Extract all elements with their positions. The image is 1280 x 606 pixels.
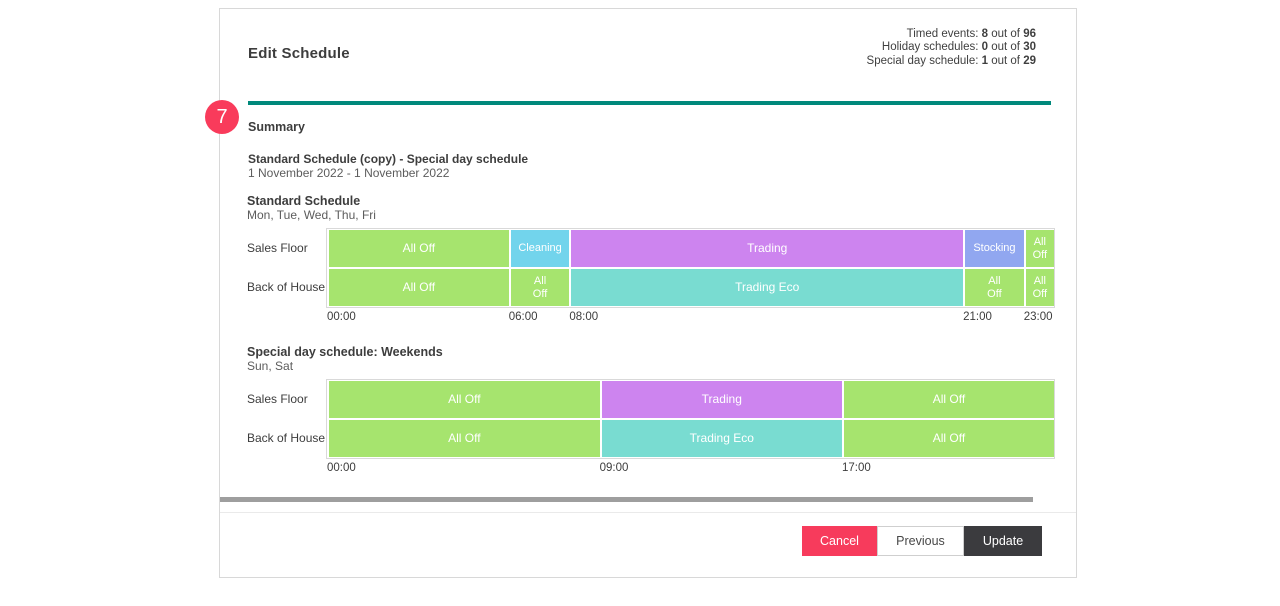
time-tick-label: 00:00 [327, 462, 356, 474]
schedule-block: Trading Eco [571, 269, 963, 306]
schedule-block: All Off [844, 381, 1054, 418]
schedule-block: Cleaning [511, 230, 570, 267]
usage-stat-line: Special day schedule: 1 out of 29 [867, 55, 1036, 68]
time-tick-label: 21:00 [963, 311, 992, 323]
schedule-row-track: All OffTrading EcoAll Off [328, 420, 1053, 457]
schedule-block: All Off [329, 230, 509, 267]
time-tick-label: 08:00 [569, 311, 598, 323]
schedule-block: All Off [844, 420, 1054, 457]
schedule-block: Stocking [965, 230, 1024, 267]
schedule-timeline: Sales FloorBack of HouseAll OffTradingAl… [247, 379, 1054, 475]
time-axis: 00:00 09:00 17:00 [326, 460, 1055, 475]
schedule-intro-dates: 1 November 2022 - 1 November 2022 [248, 166, 528, 180]
time-tick-label: 09:00 [600, 462, 629, 474]
update-button[interactable]: Update [964, 526, 1042, 556]
edit-schedule-panel: Edit Schedule Timed events: 8 out of 96H… [219, 8, 1077, 578]
footer-actions: Cancel Previous Update [802, 526, 1042, 556]
summary-heading: Summary [248, 120, 305, 134]
schedule-section-title: Standard Schedule [247, 194, 1054, 208]
schedule-block: Trading [571, 230, 963, 267]
schedule-section: Standard ScheduleMon, Tue, Wed, Thu, Fri… [247, 194, 1054, 324]
time-tick-label: 00:00 [327, 311, 356, 323]
schedule-block: All Off [329, 269, 509, 306]
schedule-section: Special day schedule: WeekendsSun, Sat Sa… [247, 345, 1054, 475]
schedule-section-title: Special day schedule: Weekends [247, 345, 1054, 359]
page-title: Edit Schedule [248, 45, 350, 62]
time-tick-label: 06:00 [509, 311, 538, 323]
schedule-block: Trading [602, 381, 842, 418]
timeline-track-area: All OffCleaningTradingStockingAllOffAll … [326, 228, 1055, 308]
schedules-container: Standard ScheduleMon, Tue, Wed, Thu, Fri… [247, 194, 1054, 496]
schedule-intro: Standard Schedule (copy) - Special day s… [248, 152, 528, 180]
schedule-row-track: All OffAllOffTrading EcoAllOffAllOff [328, 269, 1053, 306]
usage-stats: Timed events: 8 out of 96Holiday schedul… [867, 28, 1036, 68]
schedule-block: AllOff [511, 269, 570, 306]
schedule-row-track: All OffCleaningTradingStockingAllOff [328, 230, 1053, 267]
time-tick-label: 17:00 [842, 462, 871, 474]
schedule-intro-title: Standard Schedule (copy) - Special day s… [248, 152, 528, 166]
footer-separator [220, 512, 1076, 513]
step-badge: 7 [205, 100, 239, 134]
schedule-section-days: Mon, Tue, Wed, Thu, Fri [247, 208, 1054, 222]
row-label: Sales Floor [247, 380, 326, 417]
schedule-block: All Off [329, 381, 600, 418]
time-axis: 00:00 06:00 08:00 21:00 23:00 [326, 309, 1055, 324]
cancel-button[interactable]: Cancel [802, 526, 877, 556]
schedule-block: AllOff [1026, 269, 1054, 306]
row-label: Back of House [247, 419, 326, 456]
horizontal-scrollbar[interactable] [220, 497, 1033, 502]
row-label: Sales Floor [247, 229, 326, 266]
schedule-block: AllOff [965, 269, 1024, 306]
time-tick-label: 23:00 [1024, 311, 1053, 323]
accent-divider [248, 101, 1051, 105]
timeline-track-area: All OffTradingAll OffAll OffTrading EcoA… [326, 379, 1055, 459]
schedule-block: AllOff [1026, 230, 1054, 267]
usage-stat-line: Holiday schedules: 0 out of 30 [867, 41, 1036, 54]
usage-stat-line: Timed events: 8 out of 96 [867, 28, 1036, 41]
schedule-timeline: Sales FloorBack of HouseAll OffCleaningT… [247, 228, 1054, 324]
schedule-block: All Off [329, 420, 600, 457]
schedule-row-track: All OffTradingAll Off [328, 381, 1053, 418]
schedule-block: Trading Eco [602, 420, 842, 457]
row-label: Back of House [247, 268, 326, 305]
previous-button[interactable]: Previous [877, 526, 964, 556]
schedule-section-days: Sun, Sat [247, 359, 1054, 373]
